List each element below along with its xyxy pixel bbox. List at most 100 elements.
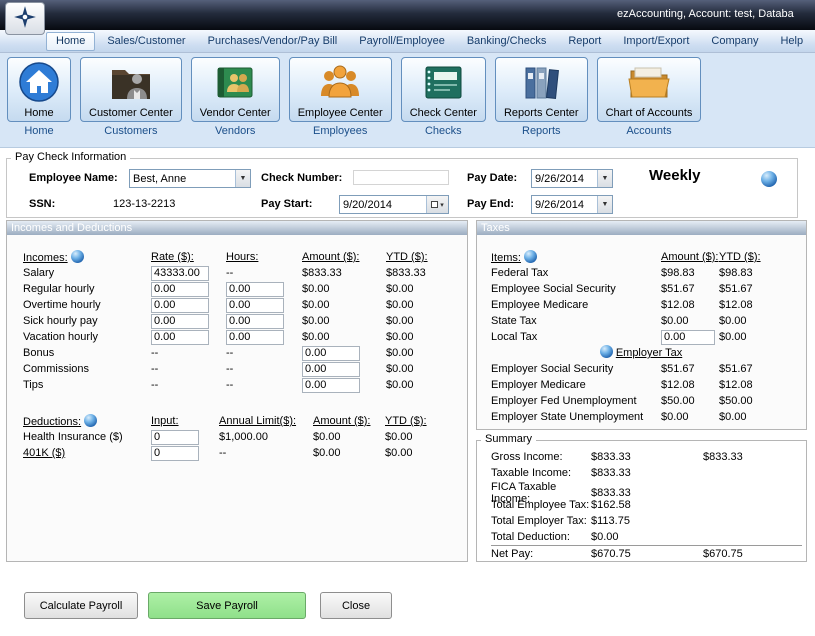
menu-item-purchases-vendor[interactable]: Purchases/Vendor/Pay Bill — [198, 32, 348, 51]
chevron-down-icon[interactable]: ▼ — [597, 170, 612, 187]
menu-item-home[interactable]: Home — [46, 32, 95, 51]
vendors-link[interactable]: Vendors — [215, 125, 255, 137]
overtime-hourly-rate-input[interactable] — [151, 298, 209, 313]
reports-link[interactable]: Reports — [522, 125, 561, 137]
menu-item-import-export[interactable]: Import/Export — [613, 32, 699, 51]
tax-label: Employee Medicare — [491, 299, 661, 311]
incomes-col-header: Incomes: — [23, 252, 68, 264]
menu-item-banking-checks[interactable]: Banking/Checks — [457, 32, 557, 51]
paycheck-info-title: Pay Check Information — [11, 151, 130, 163]
menu-item-sales-customer[interactable]: Sales/Customer — [97, 32, 195, 51]
tax-row-state: State Tax $0.00 $0.00 — [491, 313, 802, 329]
help-globe-icon[interactable] — [761, 171, 777, 187]
deduction-amount: $0.00 — [313, 431, 385, 443]
income-label: Vacation hourly — [23, 331, 151, 343]
income-ytd: $0.00 — [386, 379, 463, 391]
tax-row-federal: Federal Tax $98.83 $98.83 — [491, 265, 802, 281]
app-menu-button[interactable] — [5, 2, 45, 35]
home-button[interactable]: Home — [7, 57, 71, 122]
customer-center-icon — [108, 61, 154, 106]
pay-start-datepicker[interactable]: 9/20/2014 ▾ — [339, 195, 449, 214]
tax-label: Employer Medicare — [491, 379, 661, 391]
check-center-caption: Check Center — [410, 107, 477, 119]
chevron-down-icon[interactable]: ▼ — [235, 170, 250, 187]
employees-link[interactable]: Employees — [313, 125, 367, 137]
employee-center-caption: Employee Center — [298, 107, 383, 119]
tax-row-employer-fed-unemployment: Employer Fed Unemployment $50.00 $50.00 — [491, 393, 802, 409]
vacation-hourly-rate-input[interactable] — [151, 330, 209, 345]
salary-rate-input[interactable] — [151, 266, 209, 281]
pay-end-select[interactable]: 9/26/2014 ▼ — [531, 195, 613, 214]
calculate-payroll-button[interactable]: Calculate Payroll — [24, 592, 138, 619]
commissions-amount-input[interactable] — [302, 362, 360, 377]
checks-link[interactable]: Checks — [425, 125, 462, 137]
overtime-hourly-hours-input[interactable] — [226, 298, 284, 313]
employee-center-button[interactable]: Employee Center — [289, 57, 392, 122]
k401-input[interactable] — [151, 446, 199, 461]
income-amount: $833.33 — [302, 267, 386, 279]
vendor-center-button[interactable]: Vendor Center — [191, 57, 280, 122]
help-globe-icon[interactable] — [84, 414, 97, 427]
pay-date-label: Pay Date: — [467, 172, 517, 184]
income-ytd: $0.00 — [386, 299, 463, 311]
tax-row-employer-state-unemployment: Employer State Unemployment $0.00 $0.00 — [491, 409, 802, 425]
income-amount: $0.00 — [302, 283, 386, 295]
check-center-icon — [420, 61, 466, 106]
deductions-col-header: Deductions: — [23, 416, 81, 428]
income-hours: -- — [226, 267, 302, 279]
menu-item-payroll-employee[interactable]: Payroll/Employee — [349, 32, 455, 51]
customer-center-caption: Customer Center — [89, 107, 173, 119]
customer-center-button[interactable]: Customer Center — [80, 57, 182, 122]
income-rate: -- — [151, 347, 226, 359]
regular-hourly-hours-input[interactable] — [226, 282, 284, 297]
save-payroll-button[interactable]: Save Payroll — [148, 592, 306, 619]
employee-name-select[interactable]: Best, Anne ▼ — [129, 169, 251, 188]
check-number-input[interactable] — [353, 170, 449, 185]
income-row-regular-hourly: Regular hourly $0.00 $0.00 — [23, 281, 463, 297]
pay-date-select[interactable]: 9/26/2014 ▼ — [531, 169, 613, 188]
close-button[interactable]: Close — [320, 592, 392, 619]
accounts-link[interactable]: Accounts — [626, 125, 671, 137]
reports-center-button[interactable]: Reports Center — [495, 57, 588, 122]
tax-ytd: $12.08 — [719, 379, 802, 391]
chart-of-accounts-button[interactable]: Chart of Accounts — [597, 57, 702, 122]
vendor-center-caption: Vendor Center — [200, 107, 271, 119]
home-link[interactable]: Home — [24, 125, 53, 137]
help-globe-icon[interactable] — [524, 250, 537, 263]
menu-item-help[interactable]: Help — [770, 32, 813, 51]
chart-of-accounts-icon — [626, 61, 672, 106]
health-insurance-input[interactable] — [151, 430, 199, 445]
bonus-amount-input[interactable] — [302, 346, 360, 361]
summary-row-fica-taxable-income: FICA Taxable Income: $833.33 — [491, 481, 802, 497]
summary-ytd: $670.75 — [703, 548, 802, 560]
local-tax-input[interactable] — [661, 330, 715, 345]
summary-label: Taxable Income: — [491, 467, 591, 479]
tips-amount-input[interactable] — [302, 378, 360, 393]
deduction-annual-limit: -- — [219, 447, 313, 459]
app-logo-icon — [13, 5, 37, 32]
help-globe-icon[interactable] — [71, 250, 84, 263]
ytd-col-header: YTD ($): — [719, 251, 761, 263]
menu-item-report[interactable]: Report — [558, 32, 611, 51]
vacation-hourly-hours-input[interactable] — [226, 330, 284, 345]
tax-label: Federal Tax — [491, 267, 661, 279]
toolbar-employee-center: Employee Center Employees — [289, 57, 392, 137]
income-ytd: $0.00 — [386, 347, 463, 359]
summary-row-total-deduction: Total Deduction: $0.00 — [491, 529, 802, 545]
calendar-dropdown-icon[interactable]: ▾ — [426, 196, 448, 213]
income-hours: -- — [226, 347, 302, 359]
tax-amount: $50.00 — [661, 395, 719, 407]
sick-hourly-rate-input[interactable] — [151, 314, 209, 329]
chevron-down-icon[interactable]: ▼ — [597, 196, 612, 213]
menu-item-company[interactable]: Company — [701, 32, 768, 51]
check-center-button[interactable]: Check Center — [401, 57, 486, 122]
income-row-vacation-hourly: Vacation hourly $0.00 $0.00 — [23, 329, 463, 345]
income-amount: $0.00 — [302, 331, 386, 343]
help-globe-icon[interactable] — [600, 345, 613, 358]
regular-hourly-rate-input[interactable] — [151, 282, 209, 297]
pay-end-label: Pay End: — [467, 198, 514, 210]
customers-link[interactable]: Customers — [104, 125, 157, 137]
sick-hourly-hours-input[interactable] — [226, 314, 284, 329]
summary-amount: $162.58 — [591, 499, 703, 511]
toolbar: Home Home Customer Center Customers — [0, 53, 815, 148]
